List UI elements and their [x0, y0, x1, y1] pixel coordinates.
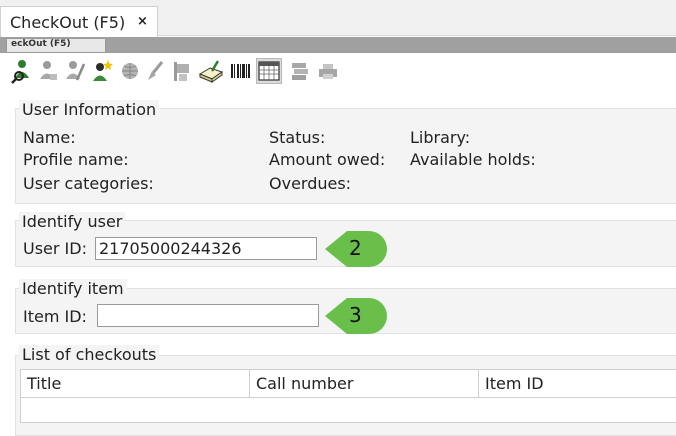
- tab-bar: CheckOut (F5) ×: [0, 0, 676, 37]
- toolbar: [6, 55, 676, 87]
- user-modify-icon: [62, 58, 86, 84]
- overdues-label: Overdues:: [269, 174, 352, 193]
- checkouts-table: Title Call number Item ID: [20, 369, 676, 423]
- column-header-title[interactable]: Title: [21, 370, 250, 398]
- user-edit-icon: [36, 58, 60, 84]
- status-label: Status:: [269, 128, 326, 147]
- amount-owed-label: Amount owed:: [269, 150, 386, 169]
- tab-checkout[interactable]: CheckOut (F5) ×: [0, 6, 158, 37]
- callout-2-number: 2: [349, 236, 362, 260]
- user-information-legend: User Information: [19, 100, 160, 119]
- barcode-icon[interactable]: [228, 58, 252, 84]
- user-id-label: User ID:: [23, 239, 87, 258]
- item-id-input[interactable]: [97, 304, 319, 327]
- available-holds-label: Available holds:: [410, 150, 536, 169]
- tab-title: CheckOut (F5): [10, 13, 126, 32]
- subtab-label: eckOut (F5): [11, 39, 71, 49]
- subtab-checkout[interactable]: eckOut (F5): [6, 38, 106, 53]
- column-header-call-number[interactable]: Call number: [250, 370, 479, 398]
- checkouts-legend: List of checkouts: [19, 345, 160, 364]
- brush-icon: [144, 58, 168, 84]
- user-categories-label: User categories:: [23, 174, 154, 193]
- user-id-input[interactable]: [95, 237, 317, 260]
- library-label: Library:: [410, 128, 471, 147]
- user-new-icon[interactable]: [90, 58, 114, 84]
- name-label: Name:: [23, 128, 76, 147]
- calendar-icon[interactable]: [256, 58, 282, 84]
- sub-tab-bar: eckOut (F5): [0, 37, 676, 53]
- globe-icon: [118, 58, 142, 84]
- user-search-icon[interactable]: [10, 58, 34, 84]
- callout-3-number: 3: [349, 303, 362, 327]
- book-edit-icon[interactable]: [198, 58, 224, 84]
- flag-icon: [170, 58, 194, 84]
- table-header: Title Call number Item ID: [21, 370, 676, 398]
- close-icon[interactable]: ×: [137, 14, 148, 29]
- callout-3: 3: [325, 296, 389, 336]
- callout-2: 2: [325, 229, 389, 269]
- identify-user-legend: Identify user: [19, 212, 126, 231]
- item-id-label: Item ID:: [23, 307, 87, 326]
- identify-item-legend: Identify item: [19, 279, 127, 298]
- stack-icon: [288, 58, 312, 84]
- profile-name-label: Profile name:: [23, 150, 129, 169]
- column-header-item-id[interactable]: Item ID: [479, 370, 676, 398]
- printer-icon: [316, 58, 340, 84]
